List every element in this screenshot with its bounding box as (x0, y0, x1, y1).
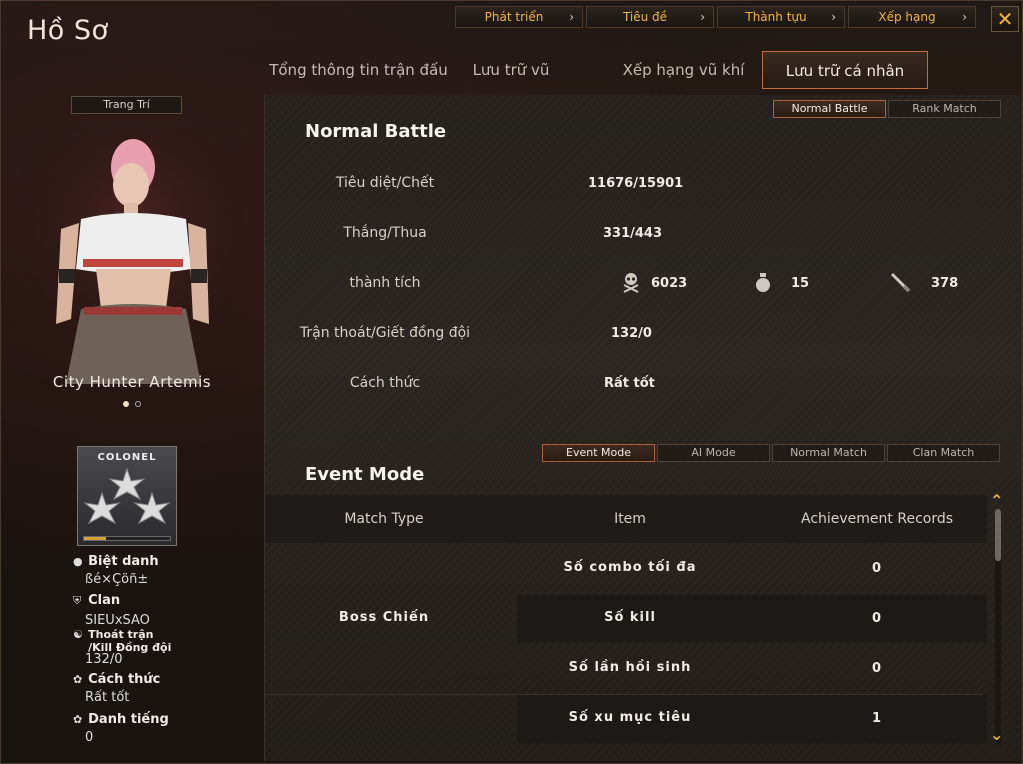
win-loss-label: Thắng/Thua (343, 225, 427, 241)
header-achievement-records: Achievement Records (800, 511, 954, 527)
running-man-icon: ☯ (73, 628, 83, 641)
nav-title-button[interactable]: Tiêu đề › (586, 6, 714, 28)
decorate-button[interactable]: Trang Trí (71, 96, 182, 114)
nickname-label: Biệt danh (88, 554, 159, 569)
manner-label: Cách thức (88, 672, 161, 687)
nav-label: Xếp hạng (878, 10, 936, 24)
character-illustration (21, 119, 246, 384)
row-item: Số combo tối đa (563, 560, 697, 575)
row-item: Số lần hồi sinh (568, 660, 692, 675)
manner-info: ✿ Cách thức Rất tốt (73, 672, 161, 705)
nav-label: Thành tựu (745, 10, 807, 24)
nav-development-button[interactable]: Phát triển › (455, 6, 583, 28)
rank-stars-icon (83, 467, 171, 525)
reputation-info: ✿ Danh tiếng 0 (73, 712, 169, 745)
row-item: Số xu mục tiêu (568, 710, 692, 725)
nickname-info: ● Biệt danh ßé×Çöñ± (73, 554, 159, 587)
normal-match-button[interactable]: Normal Match (772, 444, 885, 462)
character-name: City Hunter Artemis (52, 373, 212, 391)
window-title: Hồ Sơ (27, 15, 109, 46)
scroll-up-icon[interactable]: ⌃ (990, 491, 1003, 510)
flower-icon: ✿ (73, 713, 83, 726)
clan-icon: ⛨ (73, 594, 82, 607)
win-loss-value: 331/443 (603, 226, 663, 241)
manner-stat-value: Rất tốt (604, 376, 655, 391)
quit-teamkill-stat-value: 132/0 (611, 326, 652, 341)
tab-weapon-records[interactable]: Lưu trữ vũ khí (461, 51, 561, 117)
profile-window: Hồ Sơ Phát triển › Tiêu đề › Thành tựu › Xế… (0, 0, 1023, 764)
close-icon: ✕ (996, 7, 1014, 31)
ai-mode-button[interactable]: AI Mode (657, 444, 770, 462)
nav-label: Phát triển (484, 10, 544, 24)
quit-teamkill-info: ☯ Thoát trận /Kill Đồng đội 132/0 (73, 628, 172, 667)
respawns-value: 0 (872, 661, 882, 676)
boss-match-type: Boss Chiến (338, 610, 430, 625)
profile-sidebar: Trang Trí City Hunter Artemis COLONEL ● … (1, 91, 263, 761)
clan-value: SIEUxSAO (85, 613, 150, 628)
nav-ranking-button[interactable]: Xếp hạng › (848, 6, 976, 28)
row-item: Số kill (604, 610, 656, 625)
skull-crossbones-icon (621, 271, 641, 297)
flower-icon: ✿ (73, 673, 83, 686)
clan-info: ⛨ Clan SIEUxSAO (73, 593, 150, 628)
target-coins-value: 1 (872, 711, 882, 726)
normal-battle-title: Normal Battle (305, 121, 447, 142)
clan-match-button[interactable]: Clan Match (887, 444, 1000, 462)
manner-stat-label: Cách thức (349, 375, 421, 391)
character-pager (123, 401, 141, 407)
rank-label: COLONEL (97, 452, 157, 463)
person-icon: ● (73, 555, 83, 568)
chevron-right-icon: › (831, 10, 836, 24)
grenade-kills-count: 15 (791, 276, 810, 291)
quit-teamkill-stat-label: Trận thoát/Giết đồng đội (299, 325, 471, 341)
knife-icon (889, 271, 911, 297)
tab-personal-records[interactable]: Lưu trữ cá nhân (762, 51, 928, 89)
tab-weapon-ranking[interactable]: Xếp hạng vũ khí (611, 51, 756, 89)
chevron-right-icon: › (962, 10, 967, 24)
header-match-type: Match Type (344, 511, 424, 527)
nav-achievement-button[interactable]: Thành tựu › (717, 6, 845, 28)
reputation-value: 0 (85, 730, 94, 745)
top-nav: Phát triển › Tiêu đề › Thành tựu › Xếp hạng… (455, 6, 976, 28)
nickname-value: ßé×Çöñ± (85, 572, 149, 587)
records-panel: Normal Battle Rank Match Normal Battle T… (264, 95, 1022, 761)
event-mode-button[interactable]: Event Mode (542, 444, 655, 462)
pager-dot[interactable] (135, 401, 141, 407)
quit-teamkill-label: Thoát trận /Kill Đồng đội (88, 628, 172, 654)
max-combo-value: 0 (872, 561, 882, 576)
scroll-down-icon[interactable]: ⌄ (990, 725, 1003, 744)
table-row: Số lần hồi sinh (517, 645, 987, 693)
character-portrait[interactable] (21, 119, 246, 384)
table-row: Số xu mục tiêu (517, 695, 987, 743)
achievement-label: thành tích (349, 275, 421, 291)
kill-death-label: Tiêu diệt/Chết (335, 175, 435, 191)
pager-dot-active[interactable] (123, 401, 129, 407)
rank-badge: COLONEL (77, 446, 177, 546)
knife-kills-count: 378 (931, 276, 959, 291)
manner-value: Rất tốt (85, 690, 130, 705)
header-item: Item (614, 511, 646, 527)
kill-death-value: 11676/15901 (588, 176, 684, 191)
kills-value: 0 (872, 611, 882, 626)
clan-label: Clan (88, 593, 121, 608)
quit-teamkill-value: 132/0 (85, 652, 123, 667)
rank-match-button[interactable]: Rank Match (888, 100, 1001, 118)
chevron-right-icon: › (700, 10, 705, 24)
close-button[interactable]: ✕ (991, 6, 1019, 32)
nav-label: Tiêu đề (622, 10, 668, 24)
event-mode-title: Event Mode (305, 464, 425, 485)
rank-progress-bar (83, 536, 171, 541)
tab-match-overview[interactable]: Tổng thông tin trận đấu (256, 51, 461, 89)
chevron-right-icon: › (569, 10, 574, 24)
normal-battle-button[interactable]: Normal Battle (773, 100, 886, 118)
scrollbar-thumb[interactable] (995, 509, 1001, 561)
event-table-header: Match Type Item Achievement Records (265, 495, 987, 543)
kills-count: 6023 (651, 276, 688, 291)
table-row: Số combo tối đa (517, 545, 987, 593)
table-row: Số kill (517, 595, 987, 643)
grenade-icon (755, 272, 771, 298)
reputation-label: Danh tiếng (88, 712, 169, 727)
